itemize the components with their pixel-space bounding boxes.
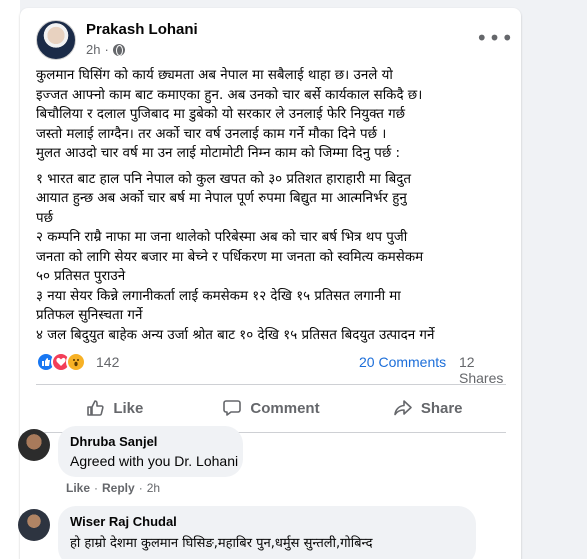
comment-like-link[interactable]: Like xyxy=(66,481,90,495)
comment-text: हो हाम्रो देशमा कुलमान घिसिङ,महाबिर पुन,… xyxy=(70,536,373,551)
post-time[interactable]: 2h xyxy=(86,42,100,57)
post-line: १ भारत बाट हाल पनि नेपाल को कुल खपत को ३… xyxy=(36,171,411,187)
comment-text: Agreed with you Dr. Lohani xyxy=(70,453,239,469)
commenter-avatar[interactable] xyxy=(18,429,50,461)
author-name[interactable]: Prakash Lohani xyxy=(86,21,198,38)
commenter-name[interactable]: Dhruba Sanjel xyxy=(70,434,231,449)
author-avatar[interactable] xyxy=(36,20,76,60)
more-options-button[interactable]: ••• xyxy=(476,24,513,52)
comment-time[interactable]: 2h xyxy=(147,481,160,495)
comment-action-separator: · xyxy=(138,481,143,495)
globe-icon xyxy=(112,43,125,56)
share-arrow-icon xyxy=(394,400,412,416)
post-line: ५० प्रतिसत पुराउने xyxy=(36,269,126,284)
comment-action-separator: · xyxy=(94,481,99,495)
commenter-avatar[interactable] xyxy=(18,509,50,541)
reactions-bar: 142 20 Comments 12 Shares xyxy=(36,352,508,386)
post-line: प्रतिफल सुनिस्चता गर्ने xyxy=(36,308,143,323)
speech-bubble-icon xyxy=(223,400,242,416)
post-line: ३ नया सेयर किन्ने लगानीकर्ता लाई कमसेकम … xyxy=(36,288,401,304)
comment-actions: Like · Reply · 2h xyxy=(66,481,160,495)
share-label: Share xyxy=(420,399,463,417)
share-button[interactable]: Share xyxy=(349,388,506,428)
meta-separator: · xyxy=(104,42,109,57)
page-left-margin xyxy=(0,0,20,559)
post-line: कुलमान घिसिंग को कार्य छ्यमता अब नेपाल म… xyxy=(36,68,393,83)
wow-reaction-icon[interactable] xyxy=(66,352,86,372)
post-line: पर्छ xyxy=(36,210,53,226)
post-line: मुलत आउदो चार वर्ष मा उन लाई मोटामोटी नि… xyxy=(36,146,401,161)
post-body: कुलमान घिसिंग को कार्य छ्यमता अब नेपाल म… xyxy=(36,66,508,345)
post-line: जनता को लागि सेयर बजार मा बेच्ने र पर्धि… xyxy=(36,249,424,265)
post-actions: Like Comment Share xyxy=(36,388,506,428)
comments-count-link[interactable]: 20 Comments xyxy=(359,354,446,370)
comment-bubble: Dhruba Sanjel Agreed with you Dr. Lohani xyxy=(58,426,243,477)
shares-count-link[interactable]: 12 Shares xyxy=(459,354,508,386)
comment-reply-link[interactable]: Reply xyxy=(102,481,135,495)
comment-label: Comment xyxy=(250,399,320,417)
like-button[interactable]: Like xyxy=(36,388,193,428)
like-label: Like xyxy=(113,399,144,417)
comment-bubble: Wiser Raj Chudal हो हाम्रो देशमा कुलमान … xyxy=(58,506,476,559)
post-line: आयात हुन्छ अब अर्को चार बर्ष मा नेपाल पू… xyxy=(36,191,407,206)
divider xyxy=(36,384,506,385)
comment-button[interactable]: Comment xyxy=(193,388,350,428)
post-line: ४ जल बिदुयुत बाहेक अन्य उर्जा श्रोत बाट … xyxy=(36,327,435,343)
post-line: इज्जत आफ्नो काम बाट कमाएका हुन. अब उनको … xyxy=(36,87,423,103)
reaction-count[interactable]: 142 xyxy=(96,354,119,370)
post-header: Prakash Lohani 2h · ••• xyxy=(36,20,513,64)
post-line: जस्तो मलाई लाग्दैन। तर अर्को चार वर्ष उन… xyxy=(36,126,387,142)
post-meta: 2h · xyxy=(86,42,125,57)
post-line: बिचौलिया र दलाल पुजिबाद मा डुबेको यो सरक… xyxy=(36,107,406,122)
post-line: २ कम्पनि राम्रै नाफा मा जना थालेको परिबे… xyxy=(36,230,408,245)
commenter-name[interactable]: Wiser Raj Chudal xyxy=(70,514,464,529)
thumbs-up-icon xyxy=(87,400,104,416)
